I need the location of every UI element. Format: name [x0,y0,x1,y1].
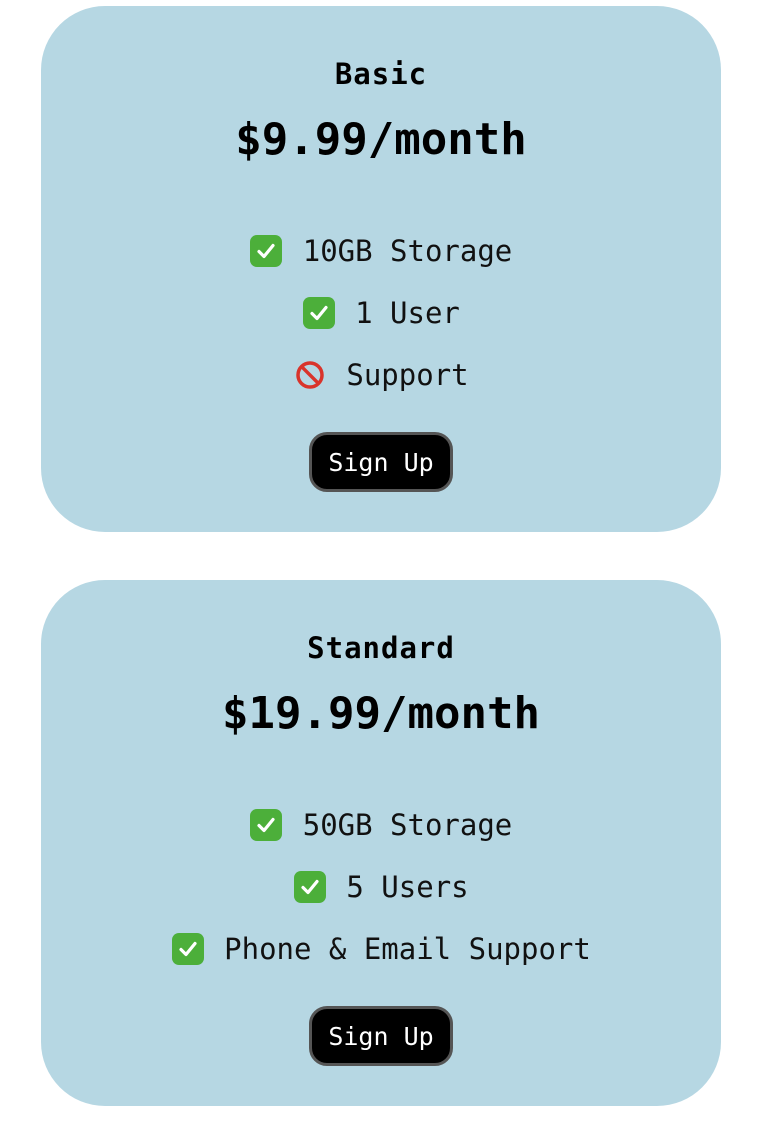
plan-price: $19.99/month [222,688,540,739]
plan-card-standard: Standard $19.99/month 50GB Storage 5 Use… [41,580,721,1106]
plan-price: $9.99/month [235,114,527,165]
sign-up-button[interactable]: Sign Up [309,1006,453,1066]
feature-item: Support [41,344,721,406]
feature-text: Support [346,358,469,392]
feature-list: 50GB Storage 5 Users Phone & Email Suppo… [41,794,721,980]
prohibited-icon [293,359,326,392]
plan-name: Basic [334,57,428,91]
feature-item: 10GB Storage [41,220,721,282]
feature-list: 10GB Storage 1 User Support [41,220,721,406]
pricing-page: Basic $9.99/month 10GB Storage 1 User Su… [0,0,758,1132]
feature-item: Phone & Email Support [41,918,721,980]
feature-text: Phone & Email Support [224,932,591,966]
feature-text: 10GB Storage [302,234,513,268]
check-icon [250,235,283,268]
plan-card-basic: Basic $9.99/month 10GB Storage 1 User Su… [41,6,721,532]
feature-text: 5 Users [346,870,469,904]
check-icon [250,809,283,842]
plan-name: Standard [307,631,455,665]
feature-item: 50GB Storage [41,794,721,856]
check-icon [293,871,326,904]
feature-item: 1 User [41,282,721,344]
check-icon [302,297,335,330]
feature-item: 5 Users [41,856,721,918]
feature-text: 1 User [355,296,460,330]
sign-up-button[interactable]: Sign Up [309,432,453,492]
check-icon [171,933,204,966]
feature-text: 50GB Storage [302,808,513,842]
